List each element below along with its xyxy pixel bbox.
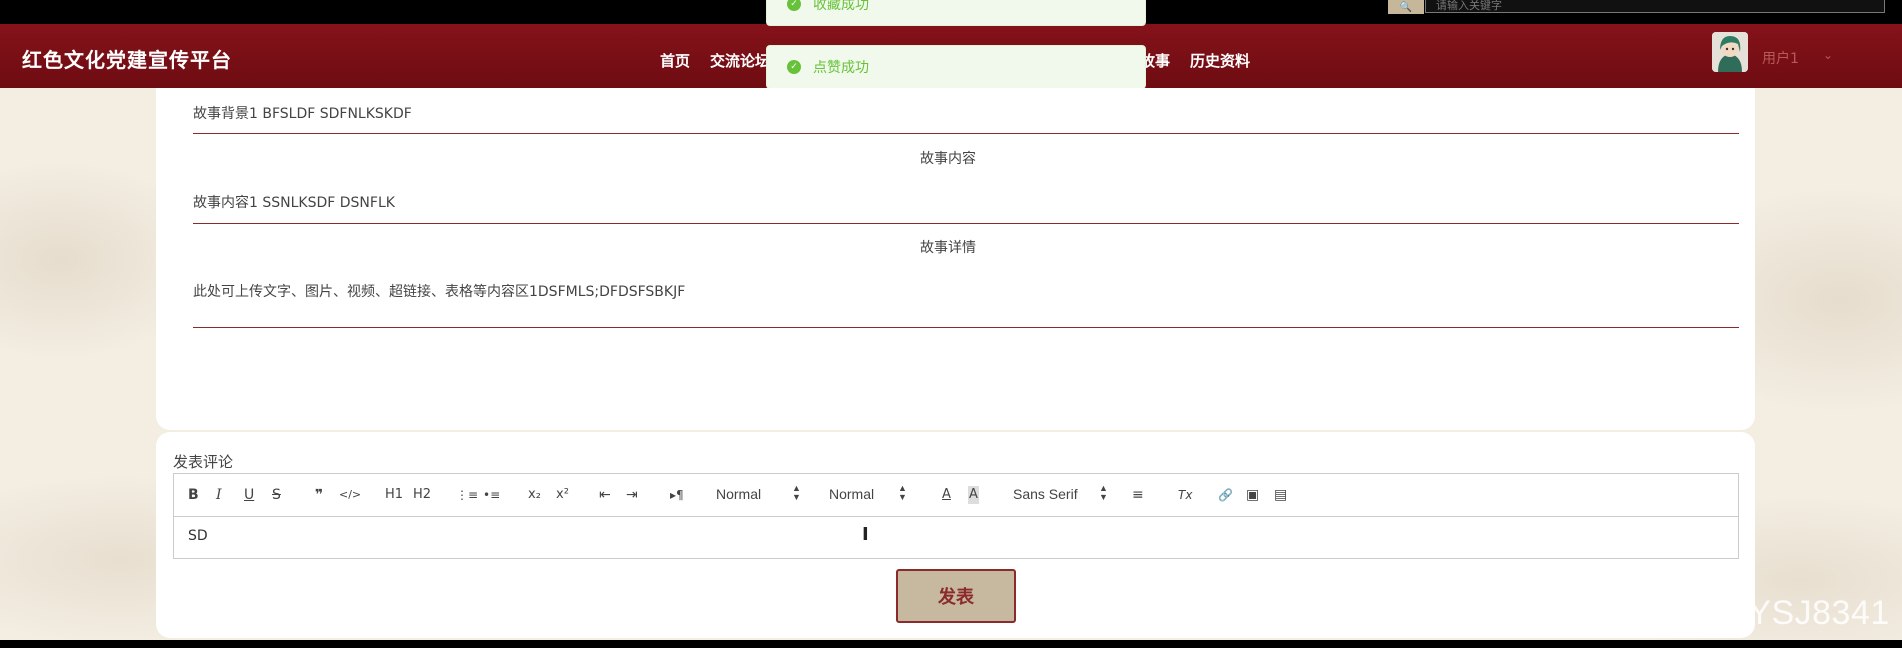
check-circle-icon: ✓ [787,60,801,74]
text-color-icon[interactable]: A [942,486,951,504]
divider [193,327,1739,328]
editor-content[interactable]: SD [188,528,208,544]
text-cursor-icon: I [862,524,869,545]
updown-caret-icon: ▲ ▼ [792,483,801,502]
align-icon[interactable]: ≡ [1132,486,1144,504]
header-1-button[interactable]: H1 [385,486,403,504]
link-icon[interactable]: 🔗 [1218,486,1233,504]
story-detail-title: 故事详情 [920,240,976,256]
nav-forum[interactable]: 交流论坛 [710,50,770,71]
code-block-icon[interactable]: </> [339,486,361,504]
search-input[interactable]: 请输入关键字 [1425,0,1885,13]
story-content-value: 故事内容1 SSNLKSDF DSNFLK [193,195,395,211]
outdent-icon[interactable]: ⇤ [599,486,611,504]
background-color-icon[interactable]: A [968,486,979,504]
divider [193,223,1739,224]
header-picker[interactable]: Normal ▲ ▼ [829,483,913,503]
italic-button[interactable]: I [216,486,222,504]
superscript-button[interactable]: x² [556,486,569,504]
divider [193,133,1739,134]
clean-format-icon[interactable]: Tx [1178,486,1192,504]
nav-history[interactable]: 历史资料 [1190,50,1250,71]
user-avatar[interactable] [1712,32,1748,72]
updown-caret-icon: ▲ ▼ [1099,483,1108,502]
header-2-button[interactable]: H2 [413,486,431,504]
story-background-value: 故事背景1 BFSLDF SDFNLKSKDF [193,106,412,122]
chevron-down-icon[interactable]: ⌄ [1823,48,1833,62]
editor-toolbar: B I U S ❞ </> H1 H2 ⋮≡ •≡ x₂ x² ⇤ ⇥ ▸¶ N… [174,474,1738,517]
submit-comment-button[interactable]: 发表 [896,569,1016,623]
user-name[interactable]: 用户1 [1762,48,1799,68]
story-detail-card [156,88,1755,430]
header-picker-value: Normal [829,486,875,502]
ordered-list-icon[interactable]: ⋮≡ [456,486,478,504]
underline-button[interactable]: U [244,486,254,504]
rich-text-editor[interactable]: B I U S ❞ </> H1 H2 ⋮≡ •≡ x₂ x² ⇤ ⇥ ▸¶ N… [173,473,1739,559]
check-circle-icon: ✓ [787,0,801,11]
font-picker[interactable]: Sans Serif ▲ ▼ [1013,483,1109,503]
updown-caret-icon: ▲ ▼ [898,483,907,502]
bullet-list-icon[interactable]: •≡ [483,486,500,504]
search-area: 🔍 请输入关键字 [1388,0,1888,14]
toast-text: 收藏成功 [813,0,869,13]
story-detail-value: 此处可上传文字、图片、视频、超链接、表格等内容区1DSFMLS;DFDSFSBK… [193,284,686,300]
image-icon[interactable]: ▣ [1246,486,1259,504]
size-picker[interactable]: Normal ▲ ▼ [716,483,801,503]
search-icon: 🔍 [1399,1,1413,13]
search-button[interactable]: 🔍 [1388,0,1424,14]
toast-like-success: ✓ 点赞成功 [766,45,1146,89]
blockquote-icon[interactable]: ❞ [315,486,323,504]
toast-text: 点赞成功 [813,60,869,76]
subscript-button[interactable]: x₂ [528,486,541,504]
text-direction-icon[interactable]: ▸¶ [670,486,684,504]
bottom-bar [0,640,1902,648]
site-brand[interactable]: 红色文化党建宣传平台 [22,44,232,73]
font-picker-value: Sans Serif [1013,486,1078,502]
watermark: CSDN @vx2_BYSJ8341 [1508,594,1890,632]
size-picker-value: Normal [716,486,762,502]
story-content-title: 故事内容 [920,151,976,167]
bold-button[interactable]: B [188,486,199,504]
strike-button[interactable]: S [272,486,281,504]
comment-label: 发表评论 [173,453,234,471]
toast-favorite-success: ✓ 收藏成功 [766,0,1146,26]
indent-icon[interactable]: ⇥ [626,486,638,504]
nav-home[interactable]: 首页 [660,50,690,71]
video-icon[interactable]: ▤ [1274,486,1287,504]
